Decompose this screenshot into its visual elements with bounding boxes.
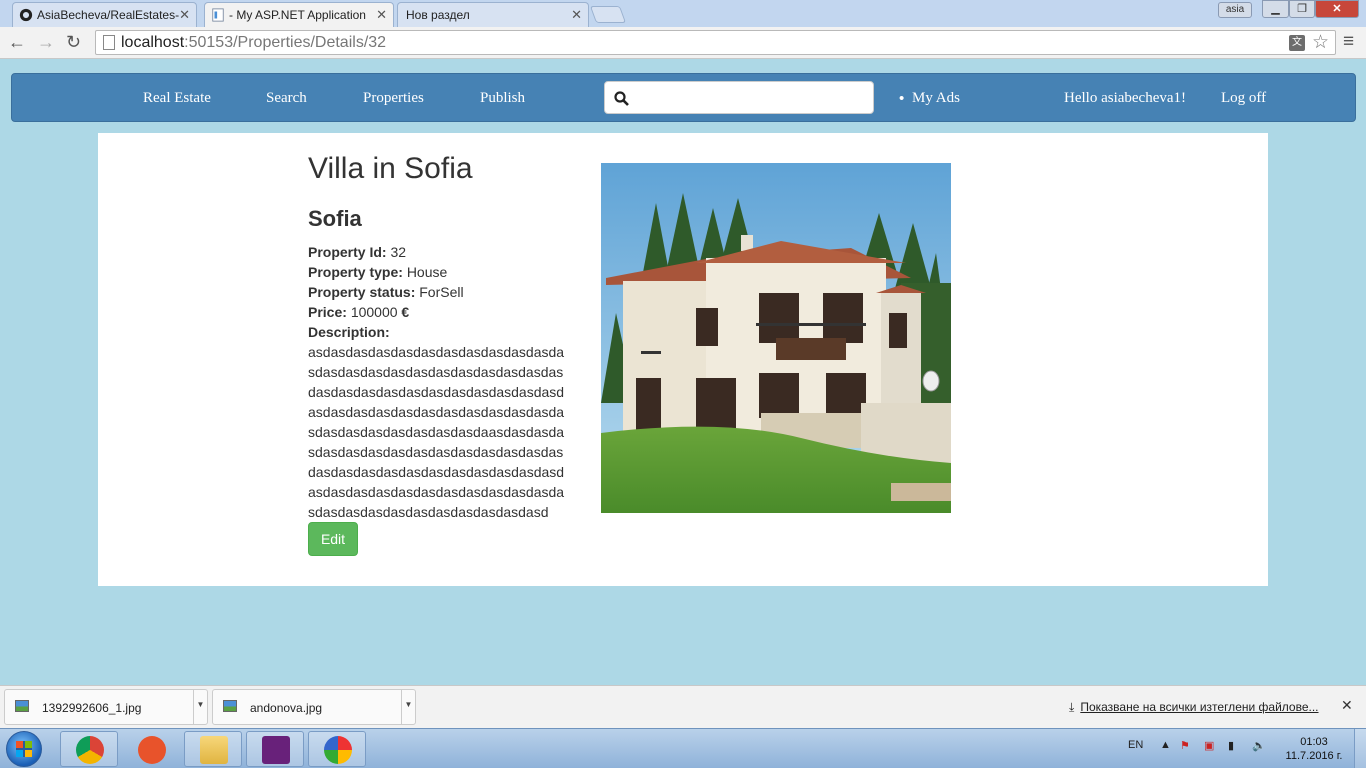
close-icon[interactable]: ✕ — [179, 7, 190, 23]
bookmark-star-icon[interactable]: ☆ — [1312, 31, 1329, 54]
taskbar-chrome[interactable] — [60, 731, 118, 767]
site-navbar: Real Estate Search Properties Publish • … — [11, 73, 1356, 122]
bullet-icon: • — [899, 90, 905, 107]
clock-time: 01:03 — [1300, 736, 1328, 748]
windows-logo-icon — [16, 741, 32, 757]
field-label: Property Id: — [308, 244, 387, 260]
github-icon — [19, 8, 33, 22]
translate-icon[interactable]: 文 — [1289, 35, 1305, 51]
taskbar-visual-studio[interactable] — [246, 731, 304, 767]
window-close-button[interactable]: ✕ — [1315, 0, 1359, 18]
close-icon[interactable]: ✕ — [1341, 697, 1353, 714]
network-icon[interactable]: ▮ — [1228, 739, 1234, 752]
browser-titlebar: AsiaBecheva/RealEstates- ✕ - My ASP.NET … — [0, 0, 1366, 27]
tab-label: AsiaBecheva/RealEstates- — [37, 8, 180, 22]
maximize-button[interactable]: ❐ — [1289, 0, 1315, 18]
volume-icon[interactable]: 🔈 — [1252, 739, 1266, 752]
field-value: House — [406, 264, 448, 280]
field-value: ForSell — [419, 284, 464, 300]
property-photo — [601, 163, 951, 513]
clock[interactable]: 01:03 11.7.2016 г. — [1282, 735, 1346, 763]
profile-badge[interactable]: asia — [1218, 2, 1252, 18]
taskbar-explorer[interactable] — [184, 731, 242, 767]
picasa-icon — [324, 736, 352, 764]
field-property-status: Property status: ForSell — [308, 282, 570, 302]
language-indicator[interactable]: EN — [1128, 739, 1143, 751]
main-content: Villa in Sofia Sofia Property Id: 32 Pro… — [98, 133, 1268, 586]
nav-properties[interactable]: Properties — [363, 90, 424, 107]
minimize-button[interactable]: ▁ — [1262, 0, 1289, 18]
property-details: Property Id: 32 Property type: House Pro… — [308, 242, 570, 522]
forward-icon[interactable]: → — [37, 32, 55, 53]
show-all-label: Показване на всички изтеглени файлове... — [1080, 700, 1319, 714]
download-item[interactable]: 1392992606_1.jpg ▼ — [4, 689, 208, 725]
field-label: Description: — [308, 324, 390, 340]
address-bar[interactable]: localhost:50153/Properties/Details/32 文 … — [95, 30, 1336, 55]
close-icon[interactable]: ✕ — [571, 7, 582, 23]
image-file-icon — [15, 700, 29, 712]
currency-symbol: € — [401, 304, 410, 320]
nav-publish[interactable]: Publish — [480, 90, 525, 107]
download-arrow-icon: ⤓ — [1069, 700, 1075, 714]
tab-new[interactable]: Нов раздел ✕ — [397, 2, 589, 27]
field-label: Property status: — [308, 284, 416, 300]
page-icon — [212, 8, 224, 22]
chrome-icon — [76, 736, 104, 764]
browser-toolbar: ← → ↻ localhost:50153/Properties/Details… — [0, 27, 1366, 59]
address-path: :50153/Properties/Details/32 — [184, 34, 387, 51]
download-filename: 1392992606_1.jpg — [42, 701, 142, 715]
nav-greeting[interactable]: Hello asiabecheva1! — [1064, 90, 1186, 107]
download-item[interactable]: andonova.jpg ▼ — [212, 689, 416, 725]
tab-asp-app[interactable]: - My ASP.NET Application ✕ — [204, 2, 394, 27]
chevron-down-icon[interactable]: ▼ — [193, 690, 207, 724]
description-text: asdasdasdasdasdasdasdasdasdasdasdasdasda… — [308, 344, 565, 520]
downloads-bar: 1392992606_1.jpg ▼ andonova.jpg ▼ ⤓ Показ… — [0, 685, 1366, 728]
field-description: Description: — [308, 322, 570, 342]
field-label: Property type: — [308, 264, 403, 280]
field-property-type: Property type: House — [308, 262, 570, 282]
close-icon[interactable]: ✕ — [376, 7, 387, 23]
field-value: 32 — [390, 244, 407, 260]
chevron-down-icon[interactable]: ▼ — [401, 690, 415, 724]
show-all-downloads-link[interactable]: ⤓ Показване на всички изтеглени файлове..… — [1069, 700, 1319, 715]
visual-studio-icon — [262, 736, 290, 764]
taskbar-git[interactable] — [122, 731, 180, 767]
action-center-icon[interactable]: ⚑ — [1180, 739, 1190, 752]
git-client-icon — [138, 736, 166, 764]
field-price: Price: 100000 € — [308, 302, 570, 322]
property-city: Sofia — [308, 206, 362, 231]
tray-expand-icon[interactable]: ▲ — [1160, 739, 1171, 751]
taskbar-picasa[interactable] — [308, 731, 366, 767]
download-filename: andonova.jpg — [250, 701, 323, 715]
search-icon — [614, 91, 629, 106]
folder-icon — [200, 736, 228, 764]
tab-label: - My ASP.NET Application — [229, 8, 366, 22]
clock-date: 11.7.2016 г. — [1285, 750, 1343, 762]
nav-brand[interactable]: Real Estate — [143, 90, 211, 107]
nav-search[interactable]: Search — [266, 90, 307, 107]
back-icon[interactable]: ← — [8, 32, 26, 53]
start-button[interactable] — [6, 731, 42, 767]
field-label: Price: — [308, 304, 347, 320]
browser-menu-icon[interactable]: ≡ — [1343, 31, 1354, 53]
edit-button[interactable]: Edit — [308, 522, 358, 556]
show-desktop-button[interactable] — [1354, 729, 1366, 768]
taskbar: EN ▲ ⚑ ▣ ▮ 🔈 01:03 11.7.2016 г. — [0, 728, 1366, 768]
property-title: Villa in Sofia — [308, 152, 473, 185]
image-file-icon — [223, 700, 237, 712]
field-value: 100000 — [350, 304, 398, 320]
tab-label: Нов раздел — [406, 8, 470, 22]
security-icon[interactable]: ▣ — [1204, 739, 1214, 752]
tab-github[interactable]: AsiaBecheva/RealEstates- ✕ — [12, 2, 197, 27]
new-tab-button[interactable] — [589, 6, 627, 23]
address-host: localhost — [121, 34, 185, 51]
search-input[interactable] — [604, 81, 874, 114]
nav-my-ads[interactable]: My Ads — [912, 90, 960, 107]
address-url: localhost:50153/Properties/Details/32 — [121, 34, 386, 52]
page-icon — [103, 35, 115, 50]
reload-icon[interactable]: ↻ — [66, 32, 81, 53]
nav-logoff[interactable]: Log off — [1221, 90, 1266, 107]
field-property-id: Property Id: 32 — [308, 242, 570, 262]
